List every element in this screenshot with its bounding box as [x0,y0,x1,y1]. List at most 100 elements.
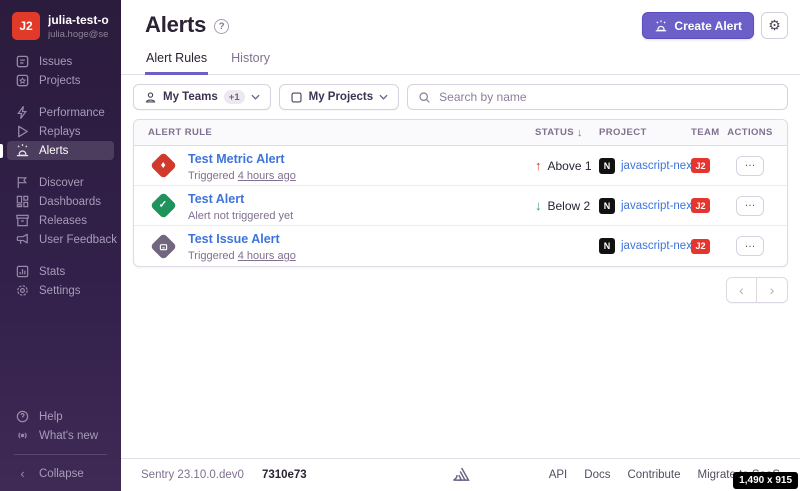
window-size-overlay: 1,490 x 915 [733,472,798,489]
version-label: Sentry 23.10.0.dev0 [141,469,244,481]
build-hash[interactable]: 7310e73 [262,469,307,481]
col-project: Project [599,127,691,138]
subtext-time-link[interactable]: 4 hours ago [238,170,296,182]
nextjs-platform-icon: N [599,198,615,214]
rule-name-link[interactable]: Test Metric Alert [188,152,285,166]
prev-page-button[interactable]: ‹ [727,278,757,302]
sidebar-item-label: What's new [39,430,98,442]
footer-link-docs[interactable]: Docs [584,469,610,481]
project-cell: N javascript-nextjs [599,238,691,254]
search-input[interactable] [439,90,777,104]
sidebar-bottom: Help What's new ‹ Collapse [0,407,121,491]
org-avatar[interactable]: J2 [12,12,40,40]
teams-filter-label: My Teams [163,91,218,103]
row-actions-button[interactable]: … [736,236,764,256]
sidebar-item-help[interactable]: Help [7,407,114,426]
sidebar-item-dashboards[interactable]: Dashboards [7,192,114,211]
alert-rules-table: Alert Rule Status ↓ Project Team Actions… [133,119,788,267]
col-team: Team [691,127,727,138]
search-box[interactable] [407,84,788,110]
sidebar-group-observability: Performance Replays Alerts [0,103,121,160]
subtext-prefix: Alert not triggered yet [188,210,293,222]
org-email: julia.hoge@sentry.io [48,29,109,40]
status-text: Below 2 [548,199,591,213]
sidebar-item-replays[interactable]: Replays [7,122,114,141]
rule-subtext: Triggered 4 hours ago [188,170,296,182]
status-text: Above 1 [548,159,592,173]
team-badge[interactable]: J2 [691,239,710,254]
table-header: Alert Rule Status ↓ Project Team Actions [134,120,787,146]
col-status[interactable]: Status ↓ [535,127,599,139]
alert-rule-cell: Test Issue Alert Triggered 4 hours ago [148,230,535,262]
col-actions: Actions [727,127,773,138]
row-actions-button[interactable]: … [736,156,764,176]
sidebar-item-label: Projects [39,75,81,87]
tab-history[interactable]: History [230,47,271,75]
filter-bar: My Teams +1 My Projects [133,84,788,110]
settings-gear-icon [15,283,30,298]
team-badge[interactable]: J2 [691,198,710,213]
issue-diamond-icon [150,233,177,260]
actions-cell: … [727,156,773,176]
sidebar-item-alerts[interactable]: Alerts [7,141,114,160]
tab-alert-rules[interactable]: Alert Rules [145,47,208,75]
sidebar-item-settings[interactable]: Settings [7,281,114,300]
rule-name-link[interactable]: Test Issue Alert [188,232,280,246]
help-icon [15,409,30,424]
rule-text: Test Alert Alert not triggered yet [188,190,293,222]
sidebar: J2 julia-test-org-2 … julia.hoge@sentry.… [0,0,121,491]
next-page-button[interactable]: › [757,278,787,302]
search-icon [418,91,431,104]
sentry-logo [451,466,470,484]
org-switcher[interactable]: J2 julia-test-org-2 … julia.hoge@sentry.… [0,10,121,52]
rule-subtext: Alert not triggered yet [188,210,293,222]
page-help-icon[interactable]: ? [214,19,229,34]
sidebar-collapse-button[interactable]: ‹ Collapse [7,464,114,483]
teams-filter-dropdown[interactable]: My Teams +1 [133,84,271,110]
projects-filter-dropdown[interactable]: My Projects [279,84,400,110]
pagination-group: ‹ › [726,277,788,303]
sidebar-item-label: Releases [39,215,87,227]
row-actions-button[interactable]: … [736,196,764,216]
team-cell: J2 [691,158,727,173]
severity-icon-wrap [148,231,178,261]
releases-icon [15,213,30,228]
sidebar-item-performance[interactable]: Performance [7,103,114,122]
rule-subtext: Triggered 4 hours ago [188,250,296,262]
chevron-left-icon: ‹ [15,467,30,480]
discover-icon [15,175,30,190]
chevron-down-icon [251,94,260,100]
severity-icon-wrap: ✓ [148,191,178,221]
issue-icon [158,241,168,251]
rule-name-link[interactable]: Test Alert [188,192,244,206]
sidebar-item-label: Alerts [39,145,68,157]
subtext-time-link[interactable]: 4 hours ago [238,250,296,262]
footer-link-api[interactable]: API [549,469,568,481]
sidebar-group-settings: Stats Settings [0,262,121,300]
team-badge[interactable]: J2 [691,158,710,173]
projects-icon [15,73,30,88]
issues-icon [15,54,30,69]
critical-diamond-icon: ♦ [150,152,177,179]
sidebar-item-label: Dashboards [39,196,101,208]
gear-icon: ⚙ [768,17,781,34]
create-alert-button[interactable]: Create Alert [642,12,754,39]
pagination: ‹ › [133,277,788,303]
sidebar-item-releases[interactable]: Releases [7,211,114,230]
sidebar-item-label: Discover [39,177,84,189]
ok-diamond-icon: ✓ [150,192,177,219]
sidebar-item-stats[interactable]: Stats [7,262,114,281]
project-icon [290,91,303,104]
broadcast-icon [15,428,30,443]
alerts-settings-button[interactable]: ⚙ [761,12,788,39]
actions-cell: … [727,196,773,216]
alert-rule-cell: ♦ Test Metric Alert Triggered 4 hours ag… [148,150,535,182]
sidebar-item-label: User Feedback [39,234,117,246]
sidebar-item-issues[interactable]: Issues [7,52,114,71]
sidebar-item-projects[interactable]: Projects [7,71,114,90]
alerts-icon [15,143,30,158]
sidebar-item-whats-new[interactable]: What's new [7,426,114,445]
sidebar-item-discover[interactable]: Discover [7,173,114,192]
sidebar-item-user-feedback[interactable]: User Feedback [7,230,114,249]
footer-link-contribute[interactable]: Contribute [627,469,680,481]
